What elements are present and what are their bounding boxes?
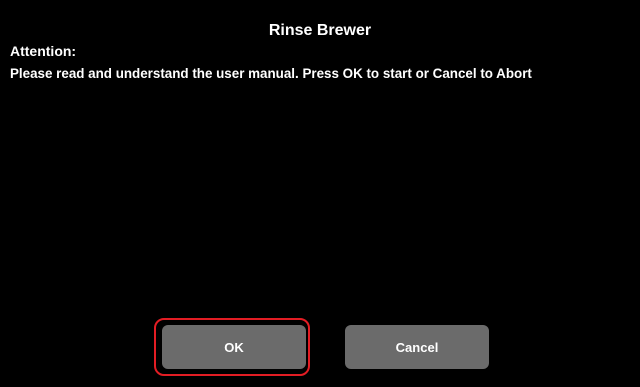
attention-label: Attention: [10,43,77,59]
dialog-title: Rinse Brewer [268,22,372,39]
ok-button-label: OK [224,339,244,355]
ok-button[interactable]: OK [162,325,306,369]
dialog-message: Please read and understand the user manu… [10,66,532,81]
rinse-brewer-screen: Rinse Brewer Attention: Please read and … [0,0,640,387]
cancel-button[interactable]: Cancel [345,325,489,369]
cancel-button-label: Cancel [395,339,439,355]
